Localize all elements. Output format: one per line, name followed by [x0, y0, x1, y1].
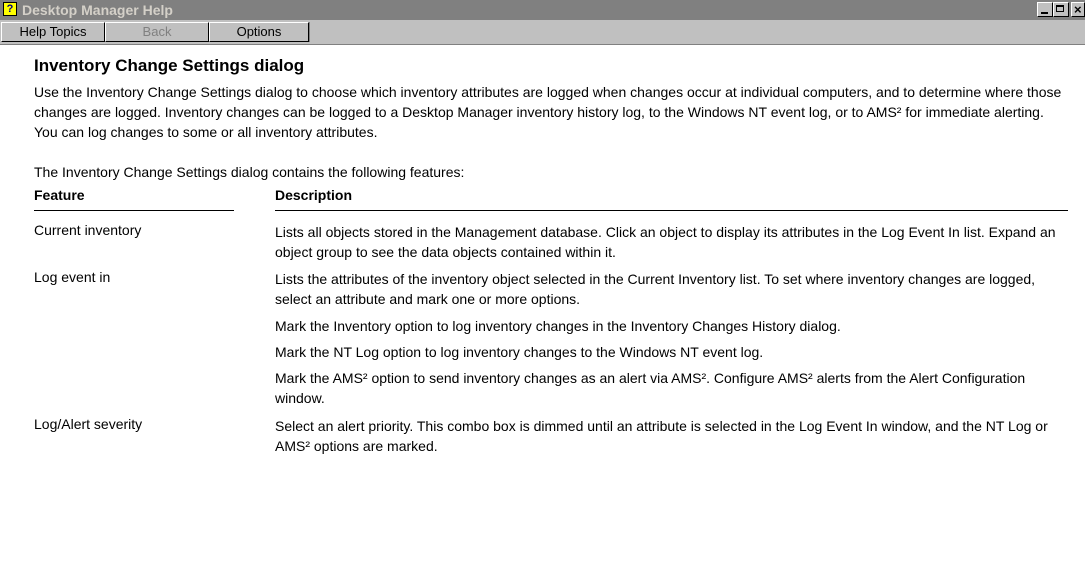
page-title: Inventory Change Settings dialog — [34, 56, 305, 75]
description-column-header: Description — [275, 187, 353, 203]
help-question-icon: ? — [3, 2, 17, 16]
title-bar[interactable]: ? Desktop Manager Help × — [0, 0, 1085, 20]
minimize-button[interactable] — [1037, 2, 1053, 17]
options-button[interactable]: Options — [209, 22, 309, 42]
feature-log-event-in: Log event in — [34, 269, 111, 285]
description-current-inventory: Lists all objects stored in the Manageme… — [275, 224, 1056, 260]
toolbar: Help Topics Back Options — [0, 20, 1085, 45]
description-log-alert-severity: Select an alert priority. This combo box… — [275, 418, 1048, 454]
help-topics-button[interactable]: Help Topics — [1, 22, 105, 42]
help-content: Inventory Change Settings dialog Use the… — [0, 46, 1085, 578]
close-button[interactable]: × — [1071, 2, 1085, 17]
close-icon: × — [1074, 2, 1082, 17]
description-log-event-in-3: Mark the NT Log option to log inventory … — [275, 344, 764, 360]
maximize-button[interactable] — [1053, 2, 1069, 17]
description-log-event-in-2: Mark the Inventory option to log invento… — [275, 318, 841, 334]
description-header-rule — [275, 210, 1068, 211]
toolbar-spacer — [309, 22, 1083, 42]
window-title: Desktop Manager Help — [22, 2, 173, 18]
intro-paragraph: Use the Inventory Change Settings dialog… — [34, 84, 1062, 140]
feature-header-rule — [34, 210, 234, 211]
features-intro: The Inventory Change Settings dialog con… — [34, 164, 465, 180]
description-log-event-in-4: Mark the AMS² option to send inventory c… — [275, 370, 1026, 406]
back-button[interactable]: Back — [105, 22, 209, 42]
description-log-event-in-1: Lists the attributes of the inventory ob… — [275, 271, 1036, 307]
feature-column-header: Feature — [34, 187, 85, 203]
feature-log-alert-severity: Log/Alert severity — [34, 416, 143, 432]
help-window: ? Desktop Manager Help × Help Topics Bac… — [0, 0, 1085, 578]
feature-current-inventory: Current inventory — [34, 222, 142, 238]
